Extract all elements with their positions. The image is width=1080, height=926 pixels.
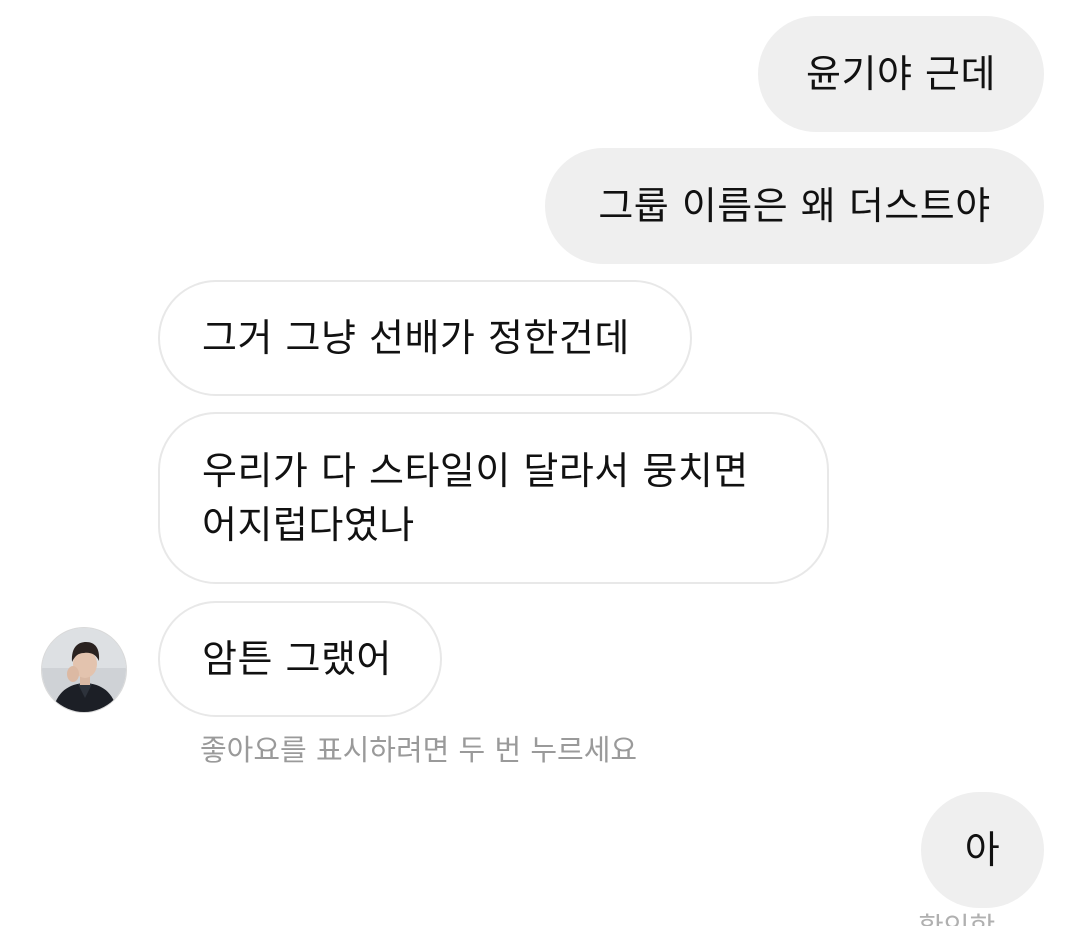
- message-text: 암튼 그랬어: [202, 637, 392, 681]
- avatar-photo-icon: [42, 628, 126, 712]
- received-message-bubble[interactable]: 암튼 그랬어: [158, 601, 442, 717]
- received-message-bubble[interactable]: 우리가 다 스타일이 달라서 뭉치면 어지럽다였나: [158, 412, 829, 584]
- received-message-bubble[interactable]: 그거 그냥 선배가 정한건데: [158, 280, 692, 396]
- profile-avatar[interactable]: [41, 627, 127, 713]
- message-text-line: 어지럽다였나: [202, 503, 415, 547]
- message-text: 윤기야 근데: [806, 52, 996, 96]
- message-text-line: 우리가 다 스타일이 달라서 뭉치면: [202, 449, 749, 493]
- message-text: 그거 그냥 선배가 정한건데: [202, 316, 630, 360]
- sent-message-bubble[interactable]: 아: [921, 792, 1044, 908]
- double-tap-like-hint: 좋아요를 표시하려면 두 번 누르세요: [200, 733, 638, 767]
- message-text: 아: [964, 828, 1001, 872]
- message-text: 그룹 이름은 왜 더스트야: [598, 184, 991, 228]
- sent-message-bubble[interactable]: 그룹 이름은 왜 더스트야: [545, 148, 1044, 264]
- seen-status: 확인함: [910, 906, 1050, 926]
- seen-status-text: 확인함: [918, 912, 995, 926]
- sent-message-bubble[interactable]: 윤기야 근데: [758, 16, 1044, 132]
